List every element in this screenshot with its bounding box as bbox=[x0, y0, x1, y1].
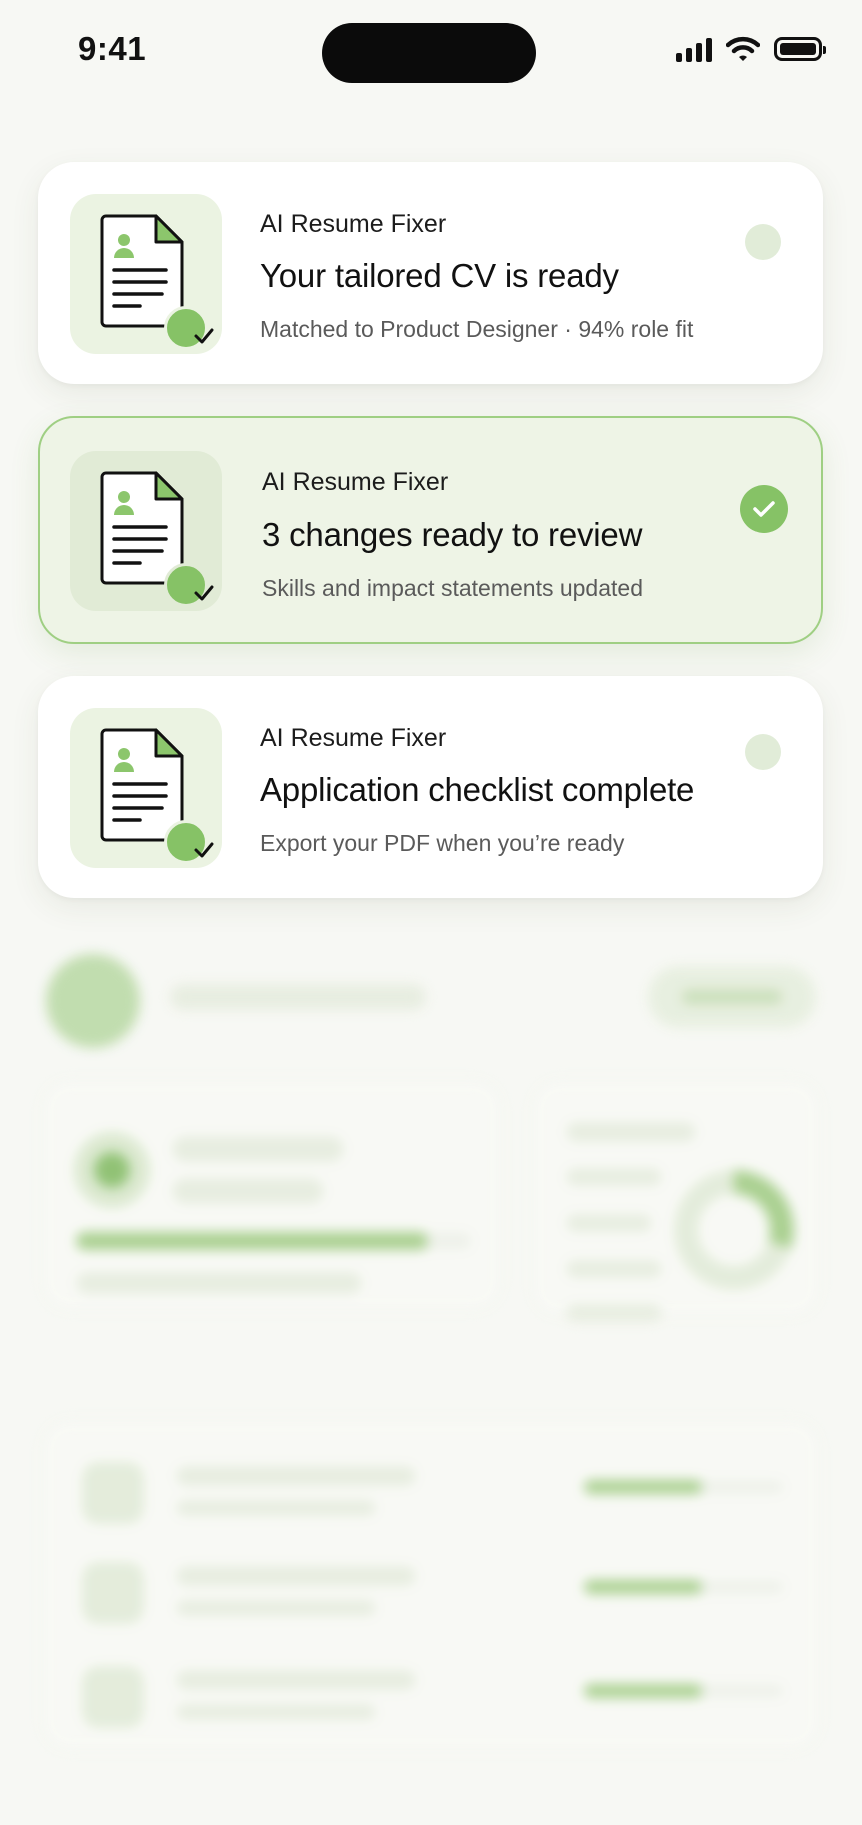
placeholder-ring bbox=[74, 1132, 150, 1208]
notification-title: Application checklist complete bbox=[260, 771, 695, 808]
checkmark-icon bbox=[194, 328, 214, 344]
placeholder-progress bbox=[584, 1480, 784, 1494]
placeholder-line bbox=[176, 1500, 376, 1516]
placeholder-progress bbox=[584, 1684, 784, 1698]
placeholder-line bbox=[566, 1260, 662, 1278]
notification-subtitle: Matched to Product Designer · 94% role f… bbox=[260, 316, 694, 342]
app-icon bbox=[70, 708, 222, 868]
placeholder-line bbox=[176, 1600, 376, 1616]
placeholder-line bbox=[566, 1304, 662, 1322]
app-icon bbox=[70, 451, 222, 611]
placeholder-thumb bbox=[82, 1666, 144, 1728]
blurred-background-app bbox=[0, 930, 862, 1825]
placeholder-line bbox=[176, 1466, 416, 1486]
placeholder-progress bbox=[76, 1232, 472, 1250]
notification-card-checklist-complete[interactable]: AI Resume Fixer Application checklist co… bbox=[38, 676, 823, 898]
check-badge bbox=[164, 563, 214, 607]
placeholder-thumb bbox=[82, 1462, 144, 1524]
placeholder-list-card bbox=[42, 1420, 820, 1750]
placeholder-progress bbox=[584, 1580, 784, 1594]
check-badge bbox=[164, 306, 214, 350]
placeholder-thumb bbox=[82, 1562, 144, 1624]
unread-dot bbox=[745, 224, 781, 260]
placeholder-line bbox=[176, 1566, 416, 1586]
notification-app-name: AI Resume Fixer bbox=[260, 724, 447, 752]
placeholder-line bbox=[76, 1272, 362, 1294]
placeholder-card bbox=[532, 1080, 820, 1322]
notification-app-name: AI Resume Fixer bbox=[262, 468, 449, 496]
placeholder-card bbox=[42, 1080, 502, 1310]
placeholder-donut bbox=[674, 1170, 794, 1290]
wifi-icon bbox=[726, 36, 760, 61]
placeholder-line bbox=[172, 1136, 344, 1162]
status-time: 9:41 bbox=[78, 30, 147, 67]
placeholder-line bbox=[170, 984, 426, 1010]
notification-title: Your tailored CV is ready bbox=[260, 257, 619, 294]
notification-subtitle: Export your PDF when you’re ready bbox=[260, 830, 625, 856]
dynamic-island bbox=[322, 23, 536, 83]
status-icons bbox=[676, 36, 826, 62]
cellular-signal-icon bbox=[676, 36, 712, 62]
notification-card-cv-ready[interactable]: AI Resume Fixer Your tailored CV is read… bbox=[38, 162, 823, 384]
placeholder-line bbox=[566, 1122, 696, 1142]
placeholder-pill bbox=[648, 966, 816, 1028]
check-badge bbox=[164, 820, 214, 864]
placeholder-line bbox=[172, 1178, 324, 1204]
placeholder-line bbox=[566, 1168, 662, 1186]
notification-title: 3 changes ready to review bbox=[262, 516, 643, 553]
battery-icon bbox=[774, 37, 826, 61]
notification-subtitle: Skills and impact statements updated bbox=[262, 575, 643, 601]
placeholder-line bbox=[176, 1704, 376, 1720]
placeholder-line bbox=[176, 1670, 416, 1690]
app-icon bbox=[70, 194, 222, 354]
notification-card-changes-ready[interactable]: AI Resume Fixer 3 changes ready to revie… bbox=[38, 416, 823, 644]
avatar bbox=[46, 954, 140, 1048]
placeholder-line bbox=[566, 1214, 652, 1232]
checkmark-icon bbox=[194, 585, 214, 601]
notification-app-name: AI Resume Fixer bbox=[260, 210, 447, 238]
status-bar: 9:41 bbox=[0, 0, 862, 110]
checkmark-icon bbox=[194, 842, 214, 858]
checkmark-circle-icon bbox=[740, 485, 788, 533]
unread-dot bbox=[745, 734, 781, 770]
